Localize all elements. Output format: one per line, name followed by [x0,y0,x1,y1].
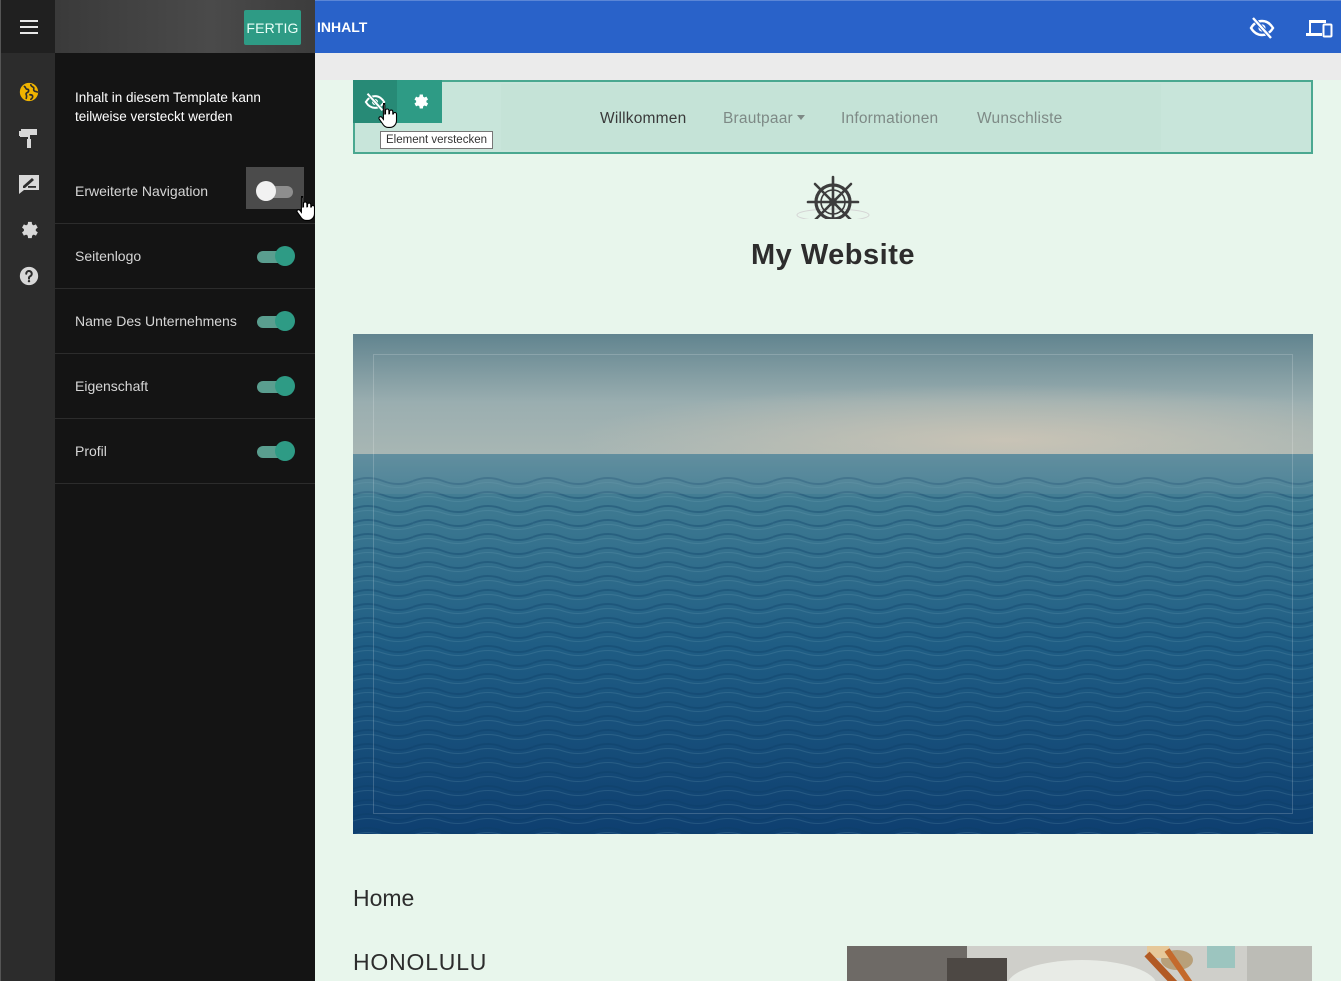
menu-button[interactable] [1,0,56,53]
icon-rail [0,0,56,981]
option-row-company-name: Name Des Unternehmens [55,289,315,354]
navigation-block-selected[interactable]: Willkommen Brautpaar Informationen Wunsc… [353,80,1313,154]
gear-icon [413,94,428,109]
nav-link-wunschliste[interactable]: Wunschliste [977,110,1062,128]
help-icon [19,266,38,286]
editor-canvas: Willkommen Brautpaar Informationen Wunsc… [315,53,1341,981]
rail-item-settings[interactable] [1,216,56,244]
site-title[interactable]: My Website [633,239,1033,272]
option-label: Eigenschaft [75,378,149,394]
device-preview-button[interactable] [1305,16,1333,40]
hide-element-button[interactable] [353,80,397,123]
property-toggle[interactable] [257,376,295,396]
nav-link-brautpaar[interactable]: Brautpaar [723,110,805,128]
panel-header: FERTIG [55,0,315,53]
top-bar: INHALT [315,0,1341,53]
content-visibility-panel: FERTIG Inhalt in diesem Template kann te… [55,0,316,981]
nav-link-willkommen[interactable]: Willkommen [600,110,686,128]
chevron-down-icon [796,115,805,120]
site-logo-toggle[interactable] [257,246,295,266]
show-hidden-elements-button[interactable] [1249,16,1275,40]
food-image[interactable] [847,946,1312,981]
edit-sign-icon [18,175,39,194]
eye-off-icon [1249,16,1275,40]
option-label: Profil [75,443,107,459]
eye-off-icon [364,92,386,111]
option-row-extended-navigation: Erweiterte Navigation [55,159,315,224]
company-name-toggle[interactable] [257,311,295,331]
hamburger-icon [19,19,38,34]
nav-link-label: Brautpaar [723,110,793,127]
home-heading[interactable]: Home [353,885,414,912]
globe-icon [19,82,38,102]
option-row-site-logo: Seitenlogo [55,224,315,289]
section-heading[interactable]: HONOLULU [353,949,487,976]
done-button[interactable]: FERTIG [244,10,301,45]
option-label: Name Des Unternehmens [75,313,237,329]
option-label: Seitenlogo [75,248,142,264]
ship-wheel-icon[interactable] [796,175,870,229]
rail-item-globe[interactable] [1,78,56,106]
element-settings-button[interactable] [398,80,442,123]
option-label: Erweiterte Navigation [75,183,209,199]
rail-item-help[interactable] [1,262,56,290]
section-title: INHALT [317,19,368,35]
option-row-profile: Profil [55,419,315,484]
option-row-property: Eigenschaft [55,354,315,419]
paint-roller-icon [18,129,37,148]
hero-ocean-image[interactable] [353,334,1313,834]
tooltip: Element verstecken [380,131,493,149]
element-toolbar [353,80,442,123]
rail-item-design[interactable] [1,124,56,152]
devices-icon [1306,20,1333,38]
profile-toggle[interactable] [257,441,295,461]
extended-navigation-toggle[interactable] [256,181,293,201]
hero-frame [373,354,1293,814]
canvas-top-strip [315,53,1341,80]
panel-description: Inhalt in diesem Template kann teilweise… [75,90,261,124]
gear-icon [21,221,38,239]
nav-link-informationen[interactable]: Informationen [841,110,938,128]
rail-item-content[interactable] [1,170,56,198]
